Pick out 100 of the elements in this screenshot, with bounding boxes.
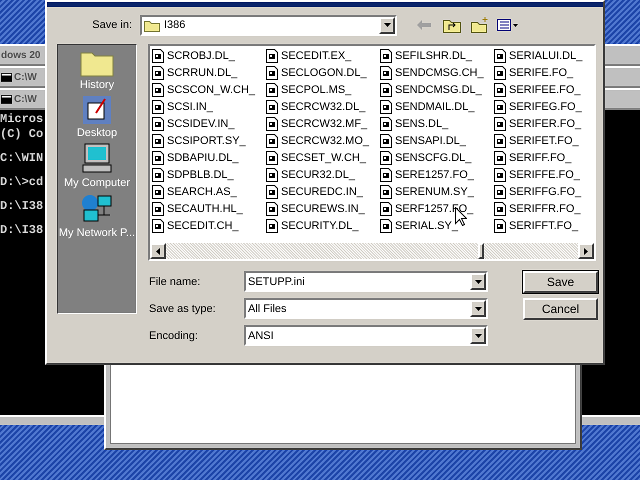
file-icon bbox=[494, 150, 506, 164]
file-item[interactable]: SENS.DL_ bbox=[380, 115, 494, 132]
file-item[interactable]: SERIFE.FO_ bbox=[494, 64, 608, 81]
file-icon bbox=[494, 202, 506, 216]
file-item[interactable]: SERENUM.SY_ bbox=[380, 183, 494, 200]
window-title: dows 20 bbox=[0, 50, 40, 60]
file-icon bbox=[152, 48, 164, 62]
file-item[interactable]: SECUR32.DL_ bbox=[266, 166, 380, 183]
dialog-button[interactable]: Save bbox=[523, 271, 598, 293]
file-icon bbox=[380, 150, 392, 164]
file-item[interactable]: SENDCMSG.DL_ bbox=[380, 81, 494, 98]
file-icon bbox=[152, 66, 164, 80]
file-item[interactable]: SERIFFG.FO_ bbox=[494, 183, 608, 200]
dialog-button[interactable]: Cancel bbox=[523, 298, 598, 320]
file-item[interactable]: SECSET_W.CH_ bbox=[266, 149, 380, 166]
file-icon bbox=[266, 150, 278, 164]
file-item[interactable]: SERIFF.FO_ bbox=[494, 149, 608, 166]
dropdown-button[interactable] bbox=[379, 16, 395, 34]
save-in-label: Save in: bbox=[91, 19, 133, 31]
scroll-thumb[interactable] bbox=[478, 243, 484, 259]
file-item[interactable]: SECEDIT.CH_ bbox=[152, 217, 266, 234]
file-icon bbox=[152, 116, 164, 130]
file-item[interactable]: SECAUTH.HL_ bbox=[152, 200, 266, 217]
file-item[interactable]: SCSI.IN_ bbox=[152, 98, 266, 115]
file-item[interactable]: SERIAL.SY_ bbox=[380, 217, 494, 234]
file-icon bbox=[152, 218, 164, 232]
left-arrow-icon bbox=[156, 248, 160, 254]
scroll-left-button[interactable] bbox=[150, 243, 166, 259]
file-item[interactable]: SCSIPORT.SY_ bbox=[152, 132, 266, 149]
dropdown-button[interactable] bbox=[470, 300, 486, 317]
file-item[interactable]: SECRCW32.MO_ bbox=[266, 132, 380, 149]
file-item[interactable]: SERIALUI.DL_ bbox=[494, 47, 608, 64]
file-item[interactable]: SERIFET.FO_ bbox=[494, 132, 608, 149]
file-item[interactable]: SECLOGON.DL_ bbox=[266, 64, 380, 81]
file-icon bbox=[494, 116, 506, 130]
file-item[interactable]: SECUREDC.IN_ bbox=[266, 183, 380, 200]
file-item[interactable]: SENSCFG.DL_ bbox=[380, 149, 494, 166]
file-icon bbox=[152, 150, 164, 164]
save-in-dropdown[interactable]: I386 bbox=[140, 14, 397, 36]
file-item[interactable]: SERIFFT.FO_ bbox=[494, 217, 608, 234]
field-label: File name: bbox=[148, 276, 202, 288]
console-line: Micros bbox=[0, 112, 44, 127]
list-view-icon bbox=[497, 19, 519, 31]
console-line: C:\WIN bbox=[0, 151, 44, 166]
file-item[interactable]: SECRCW32.DL_ bbox=[266, 98, 380, 115]
file-item[interactable]: SENDCMSG.CH_ bbox=[380, 64, 494, 81]
file-item[interactable]: SDBAPIU.DL_ bbox=[152, 149, 266, 166]
folder-icon bbox=[144, 18, 160, 32]
file-icon bbox=[266, 48, 278, 62]
dropdown-field[interactable]: SETUPP.ini bbox=[244, 271, 488, 292]
file-item[interactable]: SCSCON_W.CH_ bbox=[152, 81, 266, 98]
file-item[interactable]: SEFILSHR.DL_ bbox=[380, 47, 494, 64]
file-icon bbox=[380, 168, 392, 182]
file-icon bbox=[380, 202, 392, 216]
computer-icon bbox=[81, 143, 113, 175]
file-item[interactable]: SCRRUN.DL_ bbox=[152, 64, 266, 81]
file-icon bbox=[380, 66, 392, 80]
file-item[interactable]: SERIFEG.FO_ bbox=[494, 98, 608, 115]
file-icon bbox=[266, 202, 278, 216]
file-icon bbox=[266, 100, 278, 114]
file-icon bbox=[152, 82, 164, 96]
file-item[interactable]: SERIFFE.FO_ bbox=[494, 166, 608, 183]
file-item[interactable]: SEARCH.AS_ bbox=[152, 183, 266, 200]
file-item[interactable]: SECUREWS.IN_ bbox=[266, 200, 380, 217]
scroll-right-button[interactable] bbox=[578, 243, 594, 259]
dropdown-field[interactable]: ANSI bbox=[244, 325, 488, 346]
caret-icon bbox=[474, 306, 482, 310]
file-icon bbox=[152, 202, 164, 216]
field-label: Encoding: bbox=[148, 330, 199, 342]
file-icon bbox=[380, 134, 392, 148]
window-title: C:\W bbox=[0, 94, 37, 104]
dropdown-button[interactable] bbox=[470, 273, 486, 290]
dropdown-field[interactable]: All Files bbox=[244, 298, 488, 319]
console-line: (C) Co bbox=[0, 127, 44, 142]
file-item[interactable]: SCSIDEV.IN_ bbox=[152, 115, 266, 132]
file-icon bbox=[266, 66, 278, 80]
place-item[interactable]: History bbox=[58, 49, 136, 91]
file-item[interactable]: SECURITY.DL_ bbox=[266, 217, 380, 234]
caret-icon bbox=[474, 280, 482, 284]
file-icon bbox=[266, 82, 278, 96]
file-item[interactable]: SECPOL.MS_ bbox=[266, 81, 380, 98]
dropdown-button[interactable] bbox=[470, 327, 486, 344]
place-item[interactable]: My Network P... bbox=[58, 193, 136, 239]
place-item[interactable]: My Computer bbox=[58, 143, 136, 189]
place-item[interactable]: Desktop bbox=[58, 95, 136, 139]
file-item[interactable]: SDPBLB.DL_ bbox=[152, 166, 266, 183]
file-item[interactable]: SECEDIT.EX_ bbox=[266, 47, 380, 64]
file-item[interactable]: SCROBJ.DL_ bbox=[152, 47, 266, 64]
file-item[interactable]: SERIFEE.FO_ bbox=[494, 81, 608, 98]
file-item[interactable]: SERE1257.FO_ bbox=[380, 166, 494, 183]
file-item[interactable]: SERIFFR.FO_ bbox=[494, 200, 608, 217]
file-item[interactable]: SERIFER.FO_ bbox=[494, 115, 608, 132]
file-icon bbox=[266, 168, 278, 182]
file-item[interactable]: SENSAPI.DL_ bbox=[380, 132, 494, 149]
horizontal-scrollbar[interactable] bbox=[150, 243, 594, 259]
file-item[interactable]: SENDMAIL.DL_ bbox=[380, 98, 494, 115]
file-icon bbox=[266, 218, 278, 232]
file-item[interactable]: SECRCW32.MF_ bbox=[266, 115, 380, 132]
console-line: D:\I38 bbox=[0, 223, 44, 238]
file-item[interactable]: SERF1257.FO_ bbox=[380, 200, 494, 217]
